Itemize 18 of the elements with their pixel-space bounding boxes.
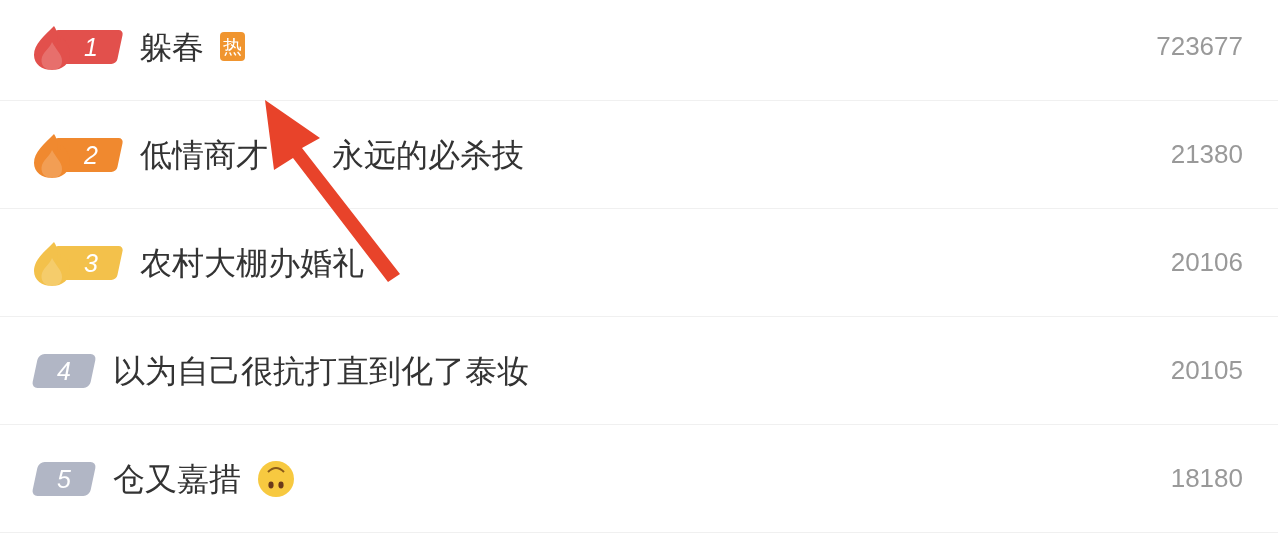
rank-number: 5: [57, 466, 71, 491]
heat-count: 20105: [1170, 354, 1243, 387]
rank-number: 2: [83, 142, 98, 167]
topic-title[interactable]: 永远的必杀技: [332, 130, 524, 179]
heat-count: 18180: [1170, 462, 1243, 495]
heat-count: 723677: [1156, 30, 1243, 63]
topic-title[interactable]: 农村大棚办婚礼: [140, 238, 364, 287]
topic-title[interactable]: 躲春: [140, 22, 204, 71]
rank-number: 3: [83, 250, 98, 275]
heat-count: 21380: [1170, 138, 1243, 171]
rank-number: 4: [57, 358, 71, 383]
hot-tag: 热: [220, 32, 245, 61]
topic-title[interactable]: 仓又嘉措: [113, 454, 241, 503]
heat-count: 20106: [1170, 246, 1243, 279]
emoji-icon: [257, 459, 295, 498]
rank-number: 1: [83, 34, 98, 59]
topic-title[interactable]: 低情商才: [140, 130, 268, 179]
topic-title[interactable]: 以为自己很抗打直到化了泰妆: [113, 346, 529, 395]
